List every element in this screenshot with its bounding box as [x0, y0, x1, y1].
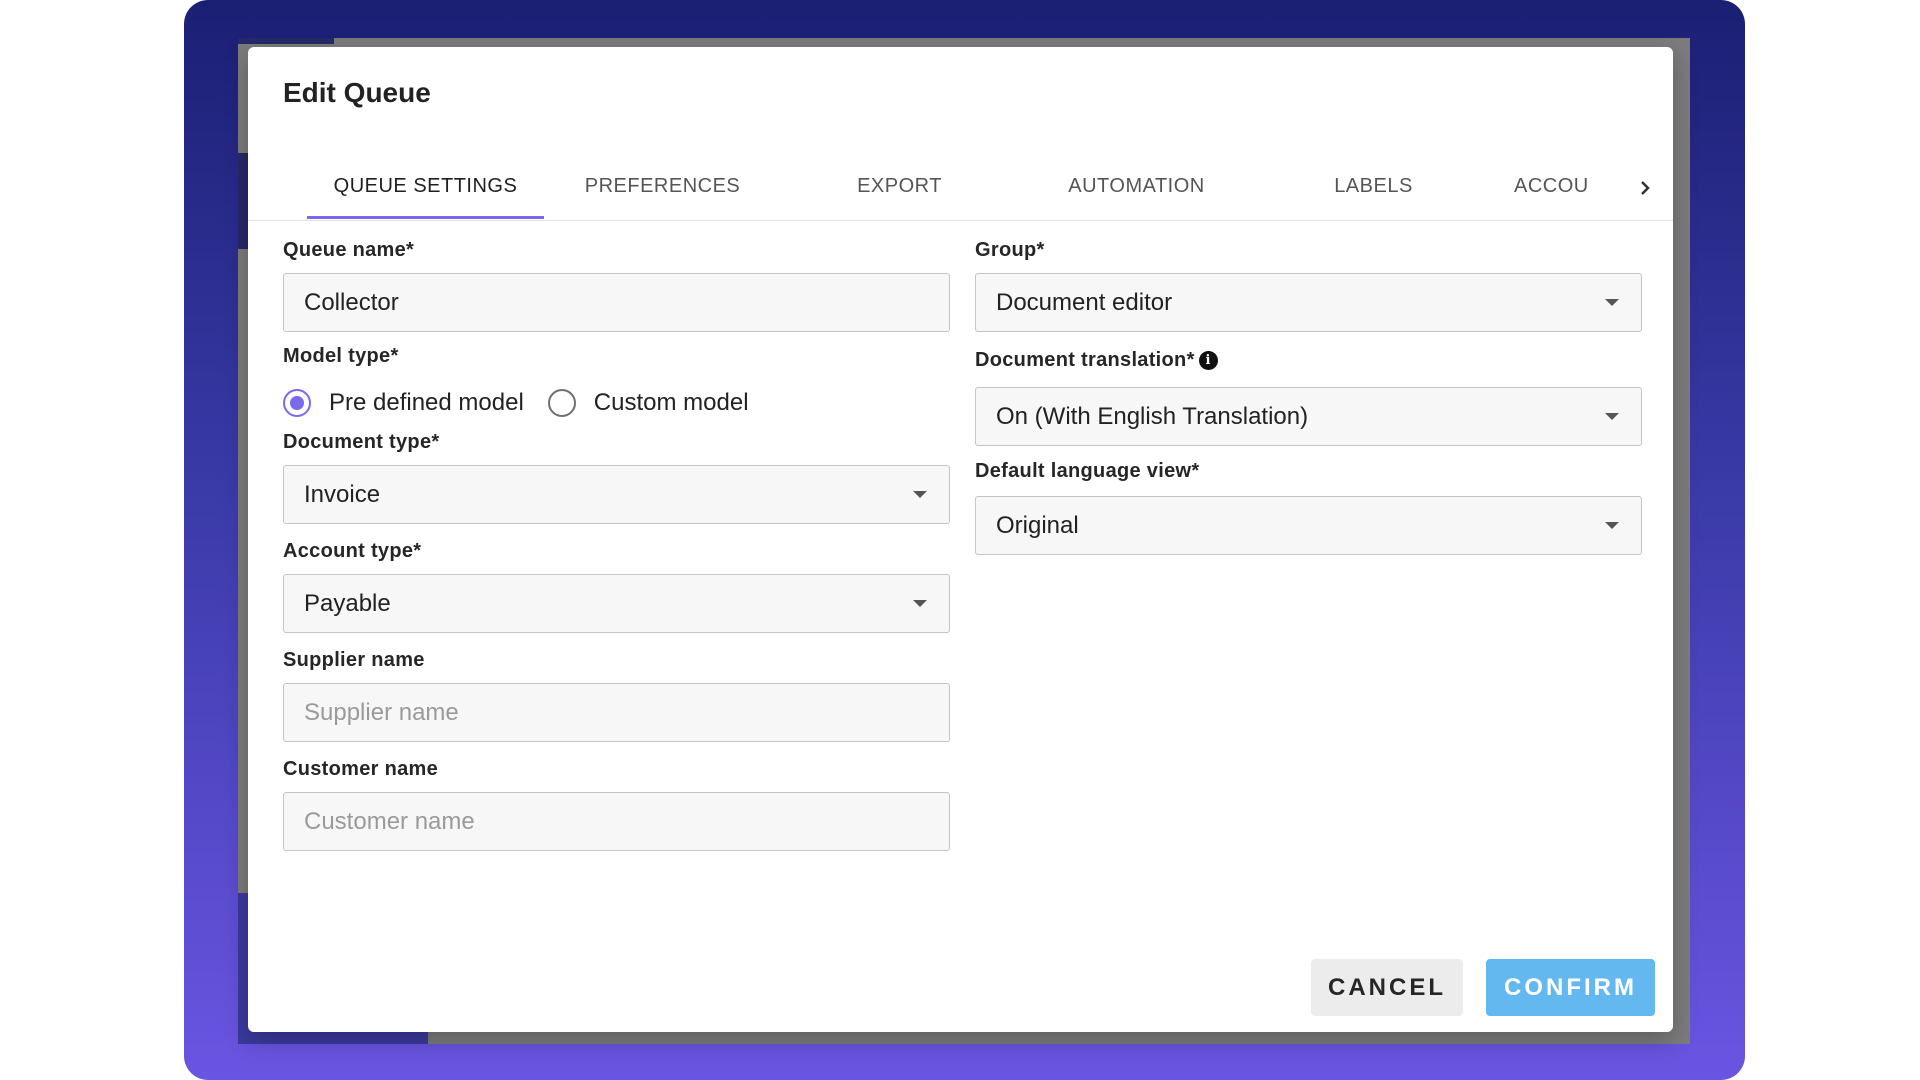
radio-label: Pre defined model: [329, 389, 524, 416]
tab-accounts[interactable]: ACCOU: [1492, 155, 1610, 221]
document-type-select[interactable]: Invoice: [283, 465, 950, 524]
active-tab-indicator: [307, 216, 544, 219]
tab-automation[interactable]: AUTOMATION: [1018, 155, 1255, 221]
default-language-view-value: Original: [996, 511, 1079, 539]
document-translation-label-row: Document translation* i: [975, 349, 1218, 372]
customer-name-input[interactable]: [304, 807, 885, 836]
account-type-value: Payable: [304, 589, 391, 617]
dropdown-caret-icon: [913, 490, 927, 498]
customer-name-label: Customer name: [283, 758, 439, 780]
model-type-radio-group: Pre defined model Custom model: [283, 383, 773, 423]
group-label: Group*: [975, 239, 1045, 261]
document-translation-select[interactable]: On (With English Translation): [975, 387, 1642, 446]
radio-custom-model[interactable]: Custom model: [547, 389, 749, 417]
tab-preferences[interactable]: PREFERENCES: [544, 155, 781, 221]
document-translation-label: Document translation*: [975, 349, 1195, 371]
document-type-value: Invoice: [304, 480, 381, 508]
info-icon[interactable]: i: [1198, 351, 1218, 370]
tab-labels[interactable]: LABELS: [1255, 155, 1492, 221]
account-type-label: Account type*: [283, 540, 422, 562]
queue-name-input[interactable]: [304, 288, 885, 317]
queue-name-field[interactable]: [283, 273, 950, 332]
default-language-view-label: Default language view*: [975, 460, 1200, 482]
tab-bar: QUEUE SETTINGS PREFERENCES EXPORT AUTOMA…: [248, 155, 1673, 221]
dropdown-caret-icon: [1605, 412, 1619, 420]
dialog-title: Edit Queue: [283, 77, 431, 108]
chevron-right-icon: [1641, 181, 1650, 195]
model-type-label: Model type*: [283, 345, 399, 367]
radio-label: Custom model: [593, 389, 749, 416]
cancel-button[interactable]: CANCEL: [1311, 959, 1463, 1016]
dropdown-caret-icon: [1605, 298, 1619, 306]
group-select[interactable]: Document editor: [975, 273, 1642, 332]
dropdown-caret-icon: [913, 599, 927, 607]
supplier-name-input[interactable]: [304, 698, 885, 727]
dropdown-caret-icon: [1605, 521, 1619, 529]
group-value: Document editor: [996, 288, 1173, 316]
tab-export[interactable]: EXPORT: [781, 155, 1018, 221]
supplier-name-label: Supplier name: [283, 649, 425, 671]
default-language-view-select[interactable]: Original: [975, 496, 1642, 555]
queue-name-label: Queue name*: [283, 239, 415, 261]
account-type-select[interactable]: Payable: [283, 574, 950, 633]
supplier-name-field[interactable]: [283, 683, 950, 742]
radio-selected-icon: [283, 389, 311, 417]
tab-queue-settings[interactable]: QUEUE SETTINGS: [307, 155, 544, 221]
confirm-button[interactable]: CONFIRM: [1486, 959, 1655, 1016]
backdrop-strip: [238, 38, 334, 44]
customer-name-field[interactable]: [283, 792, 950, 851]
backdrop-strip: [238, 153, 248, 249]
radio-pre-defined-model[interactable]: Pre defined model: [283, 389, 524, 417]
tab-scroll-right-button[interactable]: [1630, 173, 1660, 203]
document-translation-value: On (With English Translation): [996, 402, 1309, 430]
edit-queue-dialog: Edit Queue QUEUE SETTINGS PREFERENCES EX…: [248, 47, 1673, 1032]
document-type-label: Document type*: [283, 431, 440, 453]
radio-unselected-icon: [547, 389, 576, 417]
